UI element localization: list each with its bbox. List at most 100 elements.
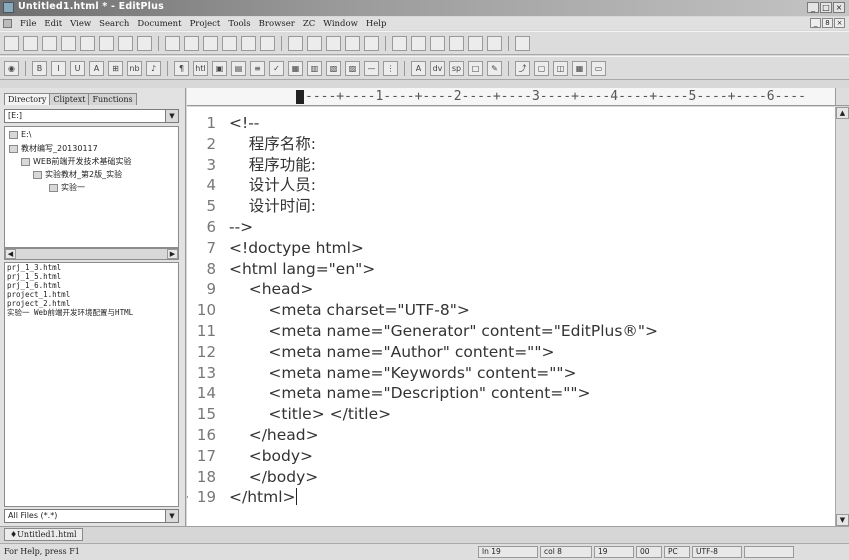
menu-search[interactable]: Search [95, 17, 133, 30]
save-all-icon[interactable] [61, 36, 76, 51]
menu-browser[interactable]: Browser [255, 17, 299, 30]
html-toolbar-button[interactable]: A [411, 61, 426, 76]
html-toolbar-button[interactable]: ▧ [326, 61, 341, 76]
menu-help[interactable]: Help [362, 17, 391, 30]
menu-project[interactable]: Project [186, 17, 225, 30]
doc-restore-button[interactable]: 8 [822, 18, 833, 28]
document-icon[interactable] [3, 19, 12, 28]
menu-edit[interactable]: Edit [40, 17, 66, 30]
html-toolbar-button[interactable]: nb [127, 61, 142, 76]
minimize-button[interactable]: _ [807, 2, 819, 13]
html-toolbar-button[interactable]: ▤ [231, 61, 246, 76]
maximize-button[interactable]: □ [820, 2, 832, 13]
file-list-item[interactable]: prj_1_3.html [5, 263, 178, 272]
tab-directory[interactable]: Directory [4, 93, 51, 105]
doc-close-button[interactable]: × [834, 18, 845, 28]
full-screen-icon[interactable] [487, 36, 502, 51]
goto-icon[interactable] [326, 36, 341, 51]
chevron-down-icon[interactable]: ▼ [165, 110, 178, 122]
redo-icon[interactable] [260, 36, 275, 51]
doc-minimize-button[interactable]: _ [810, 18, 821, 28]
html-toolbar-button[interactable]: ▥ [307, 61, 322, 76]
doc-tab-untitled1[interactable]: ♦Untitled1.html [4, 528, 83, 541]
html-toolbar-button[interactable]: ▨ [345, 61, 360, 76]
html-toolbar-button[interactable]: sp [449, 61, 464, 76]
drive-select[interactable]: [E:] ▼ [4, 109, 179, 123]
print-icon[interactable] [80, 36, 95, 51]
column-icon[interactable] [411, 36, 426, 51]
code-line[interactable]: 17 <body> [187, 446, 827, 466]
file-list-item[interactable]: project_1.html [5, 290, 178, 299]
html-toolbar-button[interactable]: A [89, 61, 104, 76]
chevron-down-icon[interactable]: ▼ [165, 510, 178, 522]
browser-preview-icon[interactable] [137, 36, 152, 51]
scroll-down-icon[interactable]: ▼ [836, 514, 849, 526]
undo-icon[interactable] [241, 36, 256, 51]
file-list-item[interactable]: 实验一 Web前端开发环境配置与HTML [5, 308, 178, 317]
code-editor[interactable]: ▲ ▼ 1 <!-- 2 程序名称: 3 程序功能: 4 设计人员: 5 设计时间: 6 --… [187, 107, 849, 526]
open-icon[interactable] [23, 36, 38, 51]
menu-document[interactable]: Document [133, 17, 185, 30]
spell-check-icon[interactable] [118, 36, 133, 51]
menu-file[interactable]: File [16, 17, 40, 30]
help-icon[interactable] [515, 36, 530, 51]
file-list-item[interactable]: prj_1_6.html [5, 281, 178, 290]
menu-tools[interactable]: Tools [224, 17, 254, 30]
replace-icon[interactable] [307, 36, 322, 51]
html-toolbar-button[interactable]: ▢ [534, 61, 549, 76]
tree-item-textbook[interactable]: 教材编写_20130117 [9, 143, 98, 154]
save-icon[interactable] [42, 36, 57, 51]
code-line[interactable]: 19 </html> [187, 487, 827, 507]
code-line[interactable]: 2 程序名称: [187, 134, 827, 154]
html-toolbar-button[interactable]: ▣ [212, 61, 227, 76]
new-file-icon[interactable] [4, 36, 19, 51]
html-toolbar-button[interactable]: ¶ [174, 61, 189, 76]
code-line[interactable]: 15 <title> </title> [187, 404, 827, 424]
tree-item-lab[interactable]: 实验教材_第2版_实验 [33, 169, 122, 180]
code-line[interactable]: 13 <meta name="Keywords" content=""> [187, 363, 827, 383]
paste-icon[interactable] [203, 36, 218, 51]
html-toolbar-button[interactable]: ≡ [250, 61, 265, 76]
html-toolbar-button[interactable]: ✓ [269, 61, 284, 76]
ruler-icon[interactable] [364, 36, 379, 51]
html-toolbar-button[interactable]: ⊞ [108, 61, 123, 76]
code-line[interactable]: 11 <meta name="Generator" content="EditP… [187, 321, 827, 341]
close-button[interactable]: × [833, 2, 845, 13]
code-line[interactable]: 16 </head> [187, 425, 827, 445]
file-filter-select[interactable]: All Files (*.*) ▼ [4, 509, 179, 523]
tree-item-exp1[interactable]: 实验一 [49, 182, 85, 193]
html-toolbar-button[interactable]: ⋮ [383, 61, 398, 76]
code-line[interactable]: 9 <head> [187, 279, 827, 299]
code-line[interactable]: 14 <meta name="Description" content=""> [187, 383, 827, 403]
scroll-left-icon[interactable]: ◀ [5, 249, 16, 259]
copy-icon[interactable] [184, 36, 199, 51]
code-line[interactable]: 3 程序功能: [187, 155, 827, 175]
line-number-icon[interactable] [392, 36, 407, 51]
scroll-up-icon[interactable]: ▲ [836, 107, 849, 119]
html-toolbar-button[interactable]: □ [468, 61, 483, 76]
html-toolbar-button[interactable]: ▦ [288, 61, 303, 76]
file-list-item[interactable]: prj_1_5.html [5, 272, 178, 281]
code-line[interactable]: 5 设计时间: [187, 196, 827, 216]
editor-vertical-scrollbar[interactable]: ▲ ▼ [835, 107, 849, 526]
split-icon[interactable] [468, 36, 483, 51]
menu-view[interactable]: View [66, 17, 95, 30]
html-toolbar-button[interactable]: ◫ [553, 61, 568, 76]
delete-icon[interactable] [222, 36, 237, 51]
tab-cliptext[interactable]: Cliptext [49, 93, 90, 105]
html-toolbar-button[interactable]: ◉ [4, 61, 19, 76]
scroll-right-icon[interactable]: ▶ [167, 249, 178, 259]
html-toolbar-button[interactable]: ⤴ [515, 61, 530, 76]
tree-item-root[interactable]: E:\ [9, 130, 31, 139]
html-toolbar-button[interactable]: B [32, 61, 47, 76]
code-line[interactable]: 1 <!-- [187, 113, 827, 133]
file-list-item[interactable]: project_2.html [5, 299, 178, 308]
html-toolbar-button[interactable]: ▭ [591, 61, 606, 76]
html-toolbar-button[interactable]: — [364, 61, 379, 76]
code-line[interactable]: 10 <meta charset="UTF-8"> [187, 300, 827, 320]
code-line[interactable]: 7 <!doctype html> [187, 238, 827, 258]
code-line[interactable]: 8 <html lang="en"> [187, 259, 827, 279]
code-line[interactable]: 18 </body> [187, 467, 827, 487]
menu-window[interactable]: Window [319, 17, 362, 30]
tree-horizontal-scrollbar[interactable]: ◀ ▶ [4, 248, 179, 260]
